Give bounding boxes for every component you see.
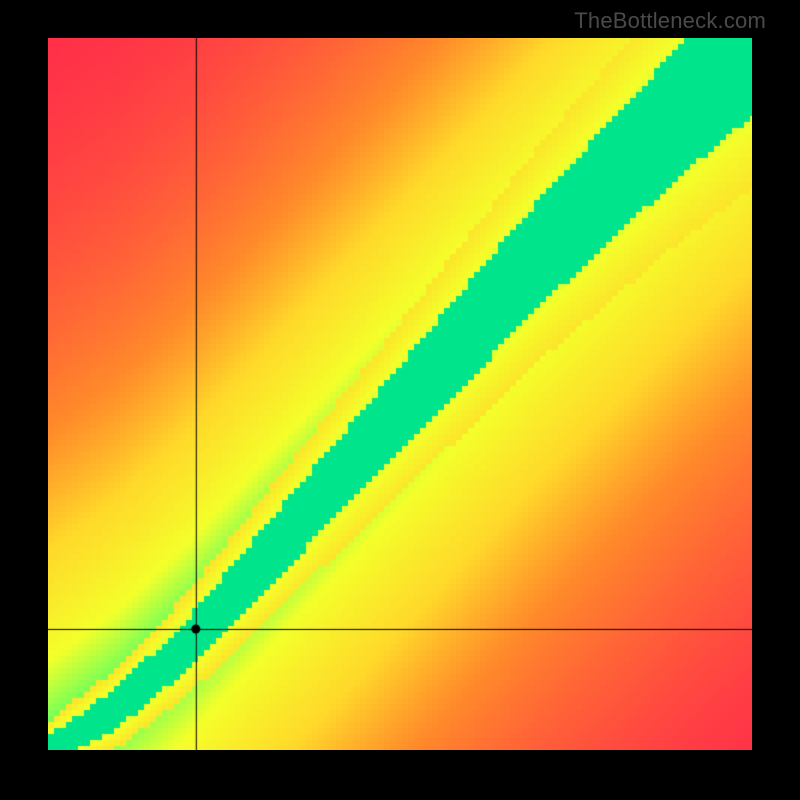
heatmap-canvas [48, 38, 752, 750]
watermark-text: TheBottleneck.com [574, 8, 766, 34]
chart-frame: TheBottleneck.com [0, 0, 800, 800]
heatmap-plot [48, 38, 752, 750]
